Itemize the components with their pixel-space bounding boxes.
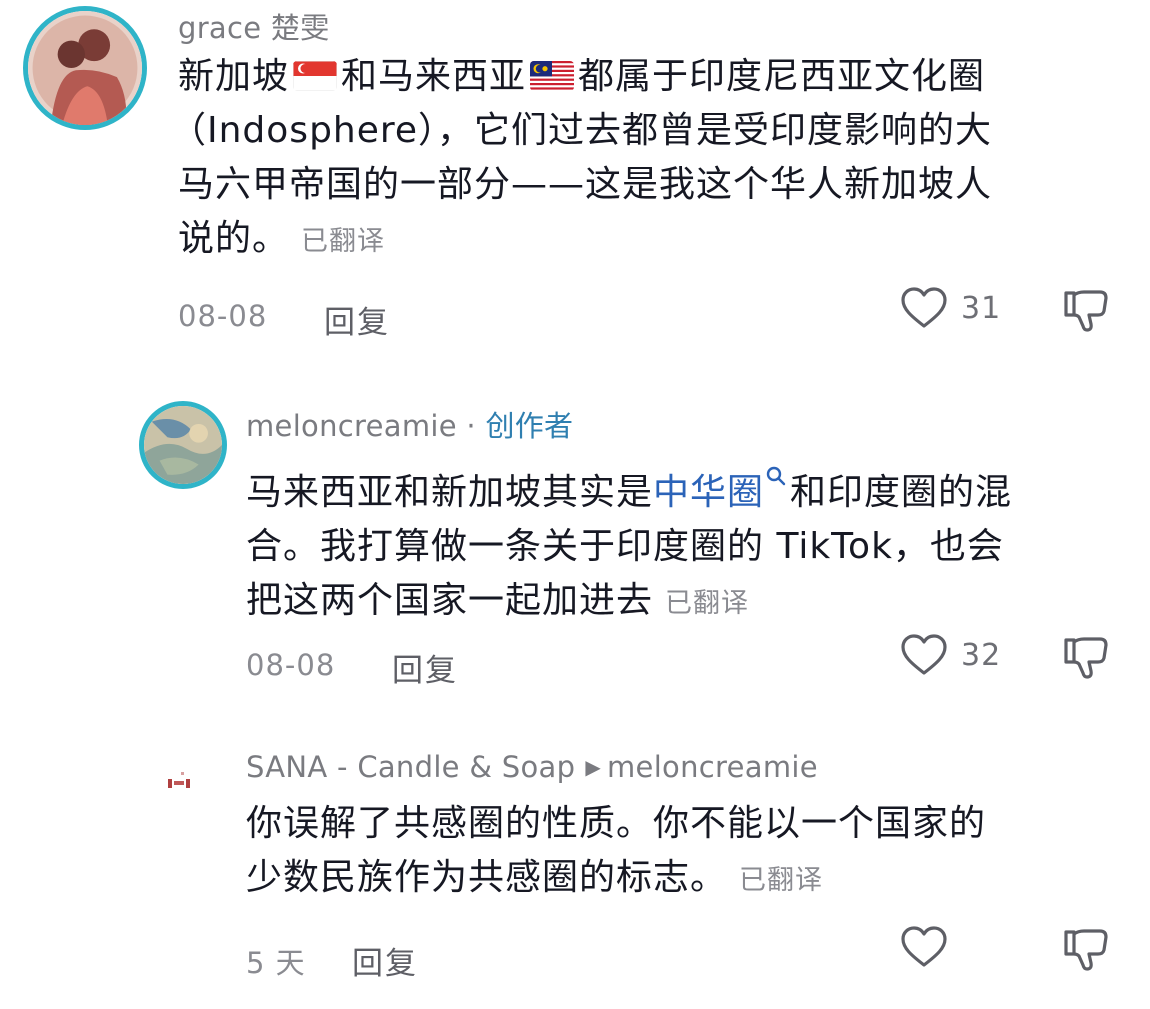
text-segment: 和印度圈的混 xyxy=(790,472,1013,513)
username-text: meloncreamie xyxy=(246,409,457,443)
text-line: 合。我打算做一条关于印度圈的 TikTok，也会 xyxy=(246,526,1004,567)
text-line: 马六甲帝国的一部分——这是我这个华人新加坡人 xyxy=(178,164,993,205)
heart-icon xyxy=(901,926,947,967)
heart-icon xyxy=(901,287,947,328)
like-button[interactable]: 32 xyxy=(901,634,1001,676)
avatar[interactable] xyxy=(150,748,218,816)
username[interactable]: meloncreamie · 创作者 xyxy=(246,403,573,445)
comment-date: 5 天 xyxy=(246,946,306,980)
creator-tag: 创作者 xyxy=(485,409,574,443)
search-link[interactable]: 中华圈 xyxy=(653,472,764,513)
avatar-image xyxy=(144,406,222,484)
like-count: 31 xyxy=(961,290,1002,326)
text-segment: 都属于印度尼西亚文化圈 xyxy=(578,56,986,97)
comment-text: 马来西亚和新加坡其实是中华圈 和印度圈的混 合。我打算做一条关于印度圈的 Tik… xyxy=(246,448,1012,631)
search-icon[interactable] xyxy=(766,448,786,502)
avatar[interactable] xyxy=(23,6,147,130)
thumbs-down-icon xyxy=(1064,290,1108,332)
text-line: （Indosphere），它们过去都曾是受印度影响的大 xyxy=(170,110,993,151)
malaysia-flag-icon xyxy=(530,61,575,91)
translated-label[interactable]: 已翻译 xyxy=(665,588,749,619)
text-segment: 和马来西亚 xyxy=(341,56,527,97)
dislike-button[interactable] xyxy=(1062,636,1110,684)
text-line: 把这两个国家一起加进去 xyxy=(246,580,654,621)
dislike-button[interactable] xyxy=(1062,928,1110,976)
thumbs-down-icon xyxy=(1064,637,1108,679)
like-count: 32 xyxy=(961,637,1002,673)
text-line: 你误解了共感圈的性质。你不能以一个国家的 xyxy=(246,803,987,844)
thumbs-down-icon xyxy=(1064,929,1108,971)
text-line: 少数民族作为共感圈的标志。 xyxy=(246,857,728,898)
reply-button[interactable]: 回复 xyxy=(324,297,390,342)
translated-label[interactable]: 已翻译 xyxy=(301,226,385,257)
dislike-button[interactable] xyxy=(1062,289,1110,337)
username[interactable]: SANA - Candle & Soap ▶ meloncreamie xyxy=(246,750,818,784)
username-text: SANA - Candle & Soap xyxy=(246,750,576,784)
avatar-image xyxy=(150,748,218,816)
text-segment: 马来西亚和新加坡其实是 xyxy=(246,472,654,513)
comment-text: 新加坡 和马来西亚 都属于印度尼西亚文化圈 （Indosphere），它们过去都… xyxy=(170,50,993,269)
translated-label[interactable]: 已翻译 xyxy=(739,865,823,896)
text-line: 说的。 xyxy=(178,218,290,259)
like-button[interactable]: 31 xyxy=(901,287,1001,329)
like-button[interactable] xyxy=(901,926,961,968)
heart-icon xyxy=(901,634,947,675)
avatar-image xyxy=(28,11,142,125)
comment-date: 08-08 xyxy=(246,648,336,682)
comment-date: 08-08 xyxy=(178,299,268,333)
avatar[interactable] xyxy=(139,401,227,489)
reply-arrow-icon: ▶ xyxy=(585,755,601,779)
separator: · xyxy=(456,409,486,443)
username[interactable]: grace 楚雯 xyxy=(178,5,330,47)
comment-text: 你误解了共感圈的性质。你不能以一个国家的 少数民族作为共感圈的标志。 已翻译 xyxy=(246,797,986,908)
singapore-flag-icon xyxy=(293,61,338,91)
reply-button[interactable]: 回复 xyxy=(392,645,458,690)
reply-button[interactable]: 回复 xyxy=(352,938,418,983)
reply-to-username[interactable]: meloncreamie xyxy=(607,750,818,784)
text-segment: 新加坡 xyxy=(178,56,290,97)
